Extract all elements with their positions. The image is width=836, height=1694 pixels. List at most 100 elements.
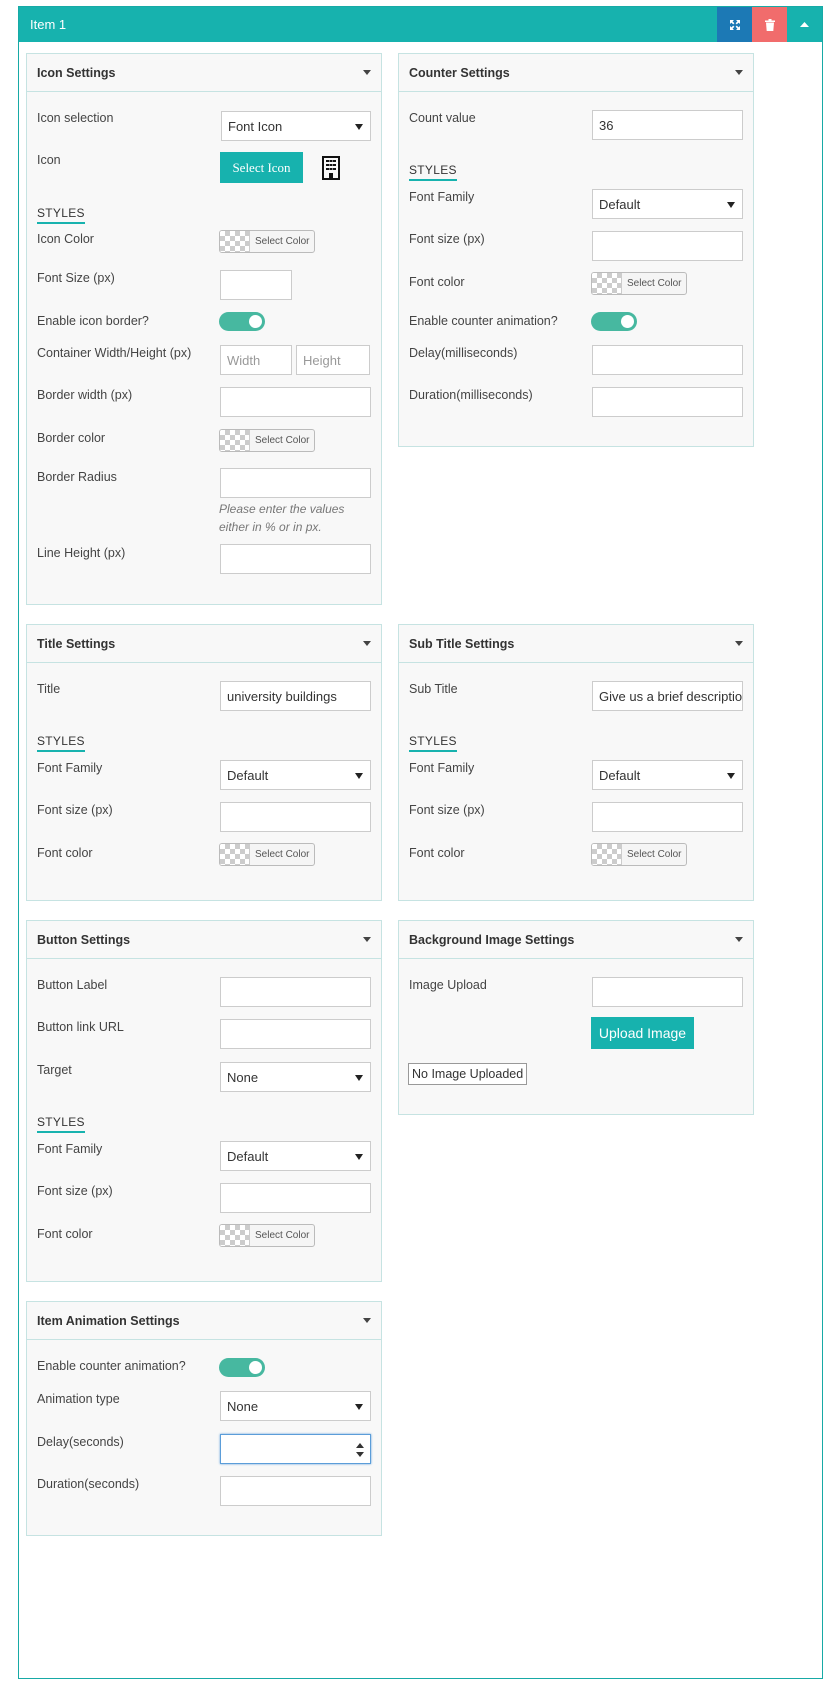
subtitle-font-size-input[interactable] (592, 802, 743, 832)
border-color-label: Border color (37, 431, 106, 445)
chevron-down-icon (355, 1404, 363, 1410)
styles-heading: STYLES (37, 734, 85, 752)
title-input[interactable]: university buildings (220, 681, 371, 711)
icon-label: Icon (37, 153, 61, 167)
button-settings-header[interactable]: Button Settings (27, 921, 381, 959)
panel-title: Title Settings (37, 637, 116, 651)
subtitle-input[interactable]: Give us a brief descriptio (592, 681, 743, 711)
caret-down-icon[interactable] (363, 937, 371, 942)
chevron-down-icon (727, 773, 735, 779)
duration-label: Duration(milliseconds) (409, 388, 533, 402)
animation-settings-header[interactable]: Item Animation Settings (27, 1302, 381, 1340)
font-size-label: Font Size (px) (37, 271, 115, 285)
caret-down-icon[interactable] (363, 1318, 371, 1323)
counter-font-family-select[interactable]: Default (592, 189, 743, 219)
enable-animation-label: Enable counter animation? (409, 314, 558, 328)
title-font-color-picker[interactable]: Select Color (219, 843, 315, 866)
container-width-input[interactable]: Width (220, 345, 292, 375)
subtitle-label: Sub Title (409, 682, 458, 696)
font-family-label: Font Family (409, 190, 475, 204)
expand-icon (729, 19, 740, 30)
caret-down-icon[interactable] (735, 641, 743, 646)
icon-settings-header[interactable]: Icon Settings (27, 54, 381, 92)
icon-font-size-input[interactable] (220, 270, 292, 300)
font-color-label: Font color (37, 1227, 93, 1241)
animation-duration-input[interactable] (220, 1476, 371, 1506)
toggle-knob (249, 1361, 262, 1374)
building-icon (322, 156, 340, 180)
color-swatch (592, 844, 622, 865)
border-radius-input[interactable] (220, 468, 371, 498)
border-width-input[interactable] (220, 387, 371, 417)
image-upload-input[interactable] (592, 977, 743, 1007)
spinner-arrows-icon[interactable] (356, 1443, 364, 1457)
container-size-label: Container Width/Height (px) (37, 346, 192, 360)
panel-title: Background Image Settings (409, 933, 575, 947)
select-icon-button[interactable]: Select Icon (220, 152, 303, 183)
collapse-button[interactable] (787, 7, 822, 42)
subtitle-font-color-picker[interactable]: Select Color (591, 843, 687, 866)
animation-delay-input[interactable] (220, 1434, 371, 1464)
button-font-color-picker[interactable]: Select Color (219, 1224, 315, 1247)
background-settings-header[interactable]: Background Image Settings (399, 921, 753, 959)
icon-selection-select[interactable]: Font Icon (221, 111, 371, 141)
container-height-input[interactable]: Height (296, 345, 370, 375)
counter-delay-input[interactable] (592, 345, 743, 375)
target-value: None (227, 1070, 259, 1085)
icon-color-picker[interactable]: Select Color (219, 230, 315, 253)
delete-button[interactable] (752, 7, 787, 42)
count-value-label: Count value (409, 111, 476, 125)
icon-selection-label: Icon selection (37, 111, 114, 125)
upload-image-button[interactable]: Upload Image (591, 1017, 694, 1049)
panel-title: Item Animation Settings (37, 1314, 180, 1328)
counter-settings-header[interactable]: Counter Settings (399, 54, 753, 92)
button-label-input[interactable] (220, 977, 371, 1007)
icon-color-label: Icon Color (37, 232, 94, 246)
font-family-label: Font Family (37, 761, 103, 775)
caret-down-icon[interactable] (735, 70, 743, 75)
caret-down-icon[interactable] (363, 70, 371, 75)
font-family-value: Default (227, 1149, 269, 1164)
button-label-label: Button Label (37, 978, 108, 992)
border-color-picker[interactable]: Select Color (219, 429, 315, 452)
select-color-label: Select Color (627, 278, 682, 289)
border-radius-note: Please enter the values either in % or i… (219, 502, 345, 534)
title-label: Title (37, 682, 61, 696)
expand-button[interactable] (717, 7, 752, 42)
image-upload-label: Image Upload (409, 978, 487, 992)
title-font-size-input[interactable] (220, 802, 371, 832)
styles-heading: STYLES (409, 163, 457, 181)
item-animation-toggle[interactable] (219, 1358, 265, 1377)
counter-animation-toggle[interactable] (591, 312, 637, 331)
caret-down-icon[interactable] (363, 641, 371, 646)
icon-border-toggle[interactable] (219, 312, 265, 331)
font-size-label: Font size (px) (37, 1184, 113, 1198)
item-header[interactable]: Item 1 (19, 7, 822, 42)
button-link-input[interactable] (220, 1019, 371, 1049)
animation-type-select[interactable]: None (220, 1391, 371, 1421)
caret-down-icon[interactable] (735, 937, 743, 942)
counter-font-size-input[interactable] (592, 231, 743, 261)
subtitle-font-family-select[interactable]: Default (592, 760, 743, 790)
count-value-input[interactable]: 36 (592, 110, 743, 140)
counter-duration-input[interactable] (592, 387, 743, 417)
title-font-family-select[interactable]: Default (220, 760, 371, 790)
button-font-family-select[interactable]: Default (220, 1141, 371, 1171)
title-settings-header[interactable]: Title Settings (27, 625, 381, 663)
enable-border-label: Enable icon border? (37, 314, 149, 328)
enable-animation-label: Enable counter animation? (37, 1359, 186, 1373)
select-color-label: Select Color (255, 849, 310, 860)
chevron-down-icon (355, 1154, 363, 1160)
target-select[interactable]: None (220, 1062, 371, 1092)
counter-font-color-picker[interactable]: Select Color (591, 272, 687, 295)
button-link-label: Button link URL (37, 1020, 124, 1034)
button-font-size-input[interactable] (220, 1183, 371, 1213)
subtitle-settings-header[interactable]: Sub Title Settings (399, 625, 753, 663)
no-image-placeholder: No Image Uploaded (408, 1063, 528, 1085)
select-color-label: Select Color (255, 236, 310, 247)
panel-title: Sub Title Settings (409, 637, 515, 651)
trash-icon (764, 18, 775, 31)
color-swatch (220, 430, 250, 451)
line-height-input[interactable] (220, 544, 371, 574)
toggle-knob (621, 315, 634, 328)
